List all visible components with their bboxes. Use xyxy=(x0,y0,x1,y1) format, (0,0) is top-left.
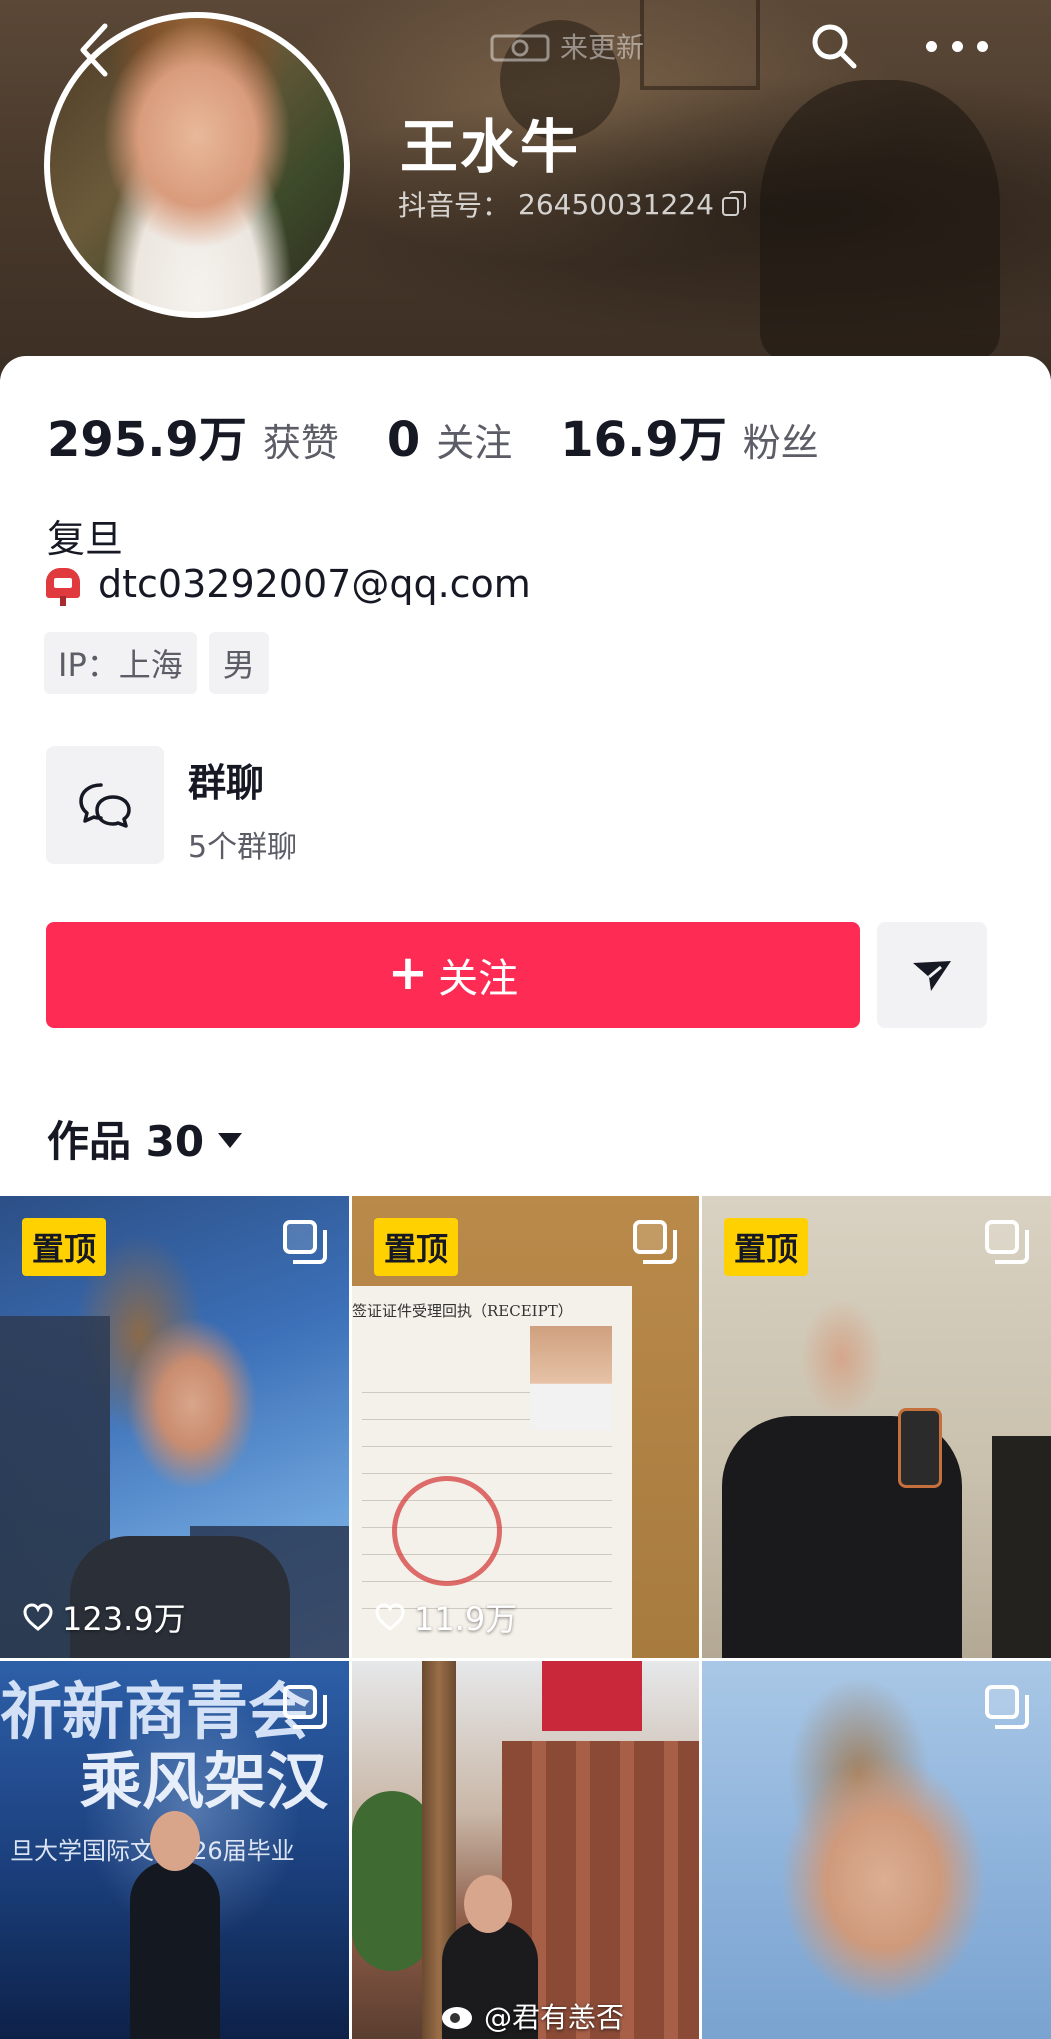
stat-followers-label: 粉丝 xyxy=(742,421,819,465)
heart-icon xyxy=(23,1603,53,1631)
profile-stats: 295.9万 获赞 0 关注 16.9万 粉丝 xyxy=(47,400,867,470)
works-tab[interactable]: 作品 30 xyxy=(47,1108,243,1169)
group-chat-entry[interactable]: 群聊 5个群聊 xyxy=(46,746,646,866)
works-count-label: 作品 30 xyxy=(47,1117,205,1166)
refresh-hint-text: 来更新 xyxy=(560,31,645,64)
copy-icon[interactable] xyxy=(721,191,748,217)
follow-button-label: 关注 xyxy=(438,956,519,1002)
more-options-button[interactable] xyxy=(926,22,988,70)
gender-tag: 男 xyxy=(208,632,269,694)
mailbox-icon xyxy=(44,562,84,606)
video-tile[interactable]: 签证证件受理回执（RECEIPT） 置顶 11.9万 xyxy=(352,1196,699,1658)
caret-down-icon xyxy=(218,1133,243,1148)
multi-image-icon xyxy=(633,1220,677,1264)
douyin-id-value: 26450031224 xyxy=(518,187,714,221)
stat-likes-value: 295.9万 xyxy=(47,412,247,468)
pinned-badge: 置顶 xyxy=(22,1218,107,1276)
group-chat-icon-box xyxy=(46,746,164,864)
pinned-badge: 置顶 xyxy=(374,1218,459,1276)
heart-icon xyxy=(375,1603,405,1631)
bio-email-row: dtc03292007@qq.com xyxy=(44,562,531,606)
stat-following[interactable]: 0 关注 xyxy=(387,412,512,468)
ip-location-tag: IP：上海 xyxy=(44,632,197,694)
profile-tags: IP：上海 男 xyxy=(44,632,269,694)
video-tile[interactable]: 置顶 xyxy=(702,1196,1051,1658)
douyin-id: 抖音号： 26450031224 xyxy=(398,184,748,224)
plus-icon: + xyxy=(387,945,429,1001)
bio-email: dtc03292007@qq.com xyxy=(98,562,531,606)
more-dot-icon xyxy=(926,40,937,52)
video-caption-line: 乘风架汉 xyxy=(80,1745,329,1818)
more-dot-icon xyxy=(951,40,963,52)
refresh-icon xyxy=(490,34,550,62)
search-icon xyxy=(812,24,857,69)
send-icon xyxy=(913,961,951,991)
watermark-text: @君有恙否 xyxy=(484,2001,625,2034)
stat-followers[interactable]: 16.9万 粉丝 xyxy=(560,400,818,470)
more-dot-icon xyxy=(977,40,988,52)
video-tile[interactable] xyxy=(352,1661,699,2039)
group-chat-title: 群聊 xyxy=(188,761,265,805)
back-button[interactable] xyxy=(72,20,116,80)
video-tile[interactable]: 置顶 123.9万 xyxy=(0,1196,349,1658)
refresh-hint: 来更新 xyxy=(490,26,644,66)
share-button[interactable] xyxy=(877,922,987,1028)
stat-likes[interactable]: 295.9万 获赞 xyxy=(47,400,339,470)
multi-image-icon xyxy=(283,1220,327,1264)
bio-school: 复旦 xyxy=(47,517,124,561)
chat-bubbles-icon xyxy=(79,783,131,828)
video-tile[interactable] xyxy=(702,1661,1051,2039)
video-tile[interactable]: 祈新商青会 乘风架汉 旦大学国际文 2026届毕业 xyxy=(0,1661,349,2039)
pinned-badge: 置顶 xyxy=(724,1218,809,1276)
douyin-id-label: 抖音号： xyxy=(398,189,511,222)
video-likes-count: 123.9万 xyxy=(62,1600,186,1638)
chevron-left-icon xyxy=(80,23,108,77)
weibo-logo-icon xyxy=(440,2001,476,2031)
video-likes-count: 11.9万 xyxy=(414,1600,518,1638)
stat-following-value: 0 xyxy=(386,412,421,468)
multi-image-icon xyxy=(283,1685,327,1729)
group-chat-count: 5个群聊 xyxy=(188,830,298,865)
video-likes: 123.9万 xyxy=(22,1594,186,1640)
stat-likes-label: 获赞 xyxy=(262,421,339,465)
watermark: @君有恙否 xyxy=(440,1996,624,2036)
follow-button[interactable]: + 关注 xyxy=(46,922,860,1028)
search-button[interactable] xyxy=(806,18,862,74)
profile-name: 王水牛 xyxy=(400,113,581,181)
multi-image-icon xyxy=(985,1685,1029,1729)
multi-image-icon xyxy=(985,1220,1029,1264)
video-likes: 11.9万 xyxy=(374,1594,517,1640)
stat-followers-value: 16.9万 xyxy=(560,412,727,468)
receipt-heading: 签证证件受理回执（RECEIPT） xyxy=(352,1302,573,1320)
video-grid: 置顶 123.9万 签证证件受理回执（RECEIPT） 置顶 11.9万 置顶 … xyxy=(0,1196,1051,2039)
stat-following-label: 关注 xyxy=(436,421,513,465)
